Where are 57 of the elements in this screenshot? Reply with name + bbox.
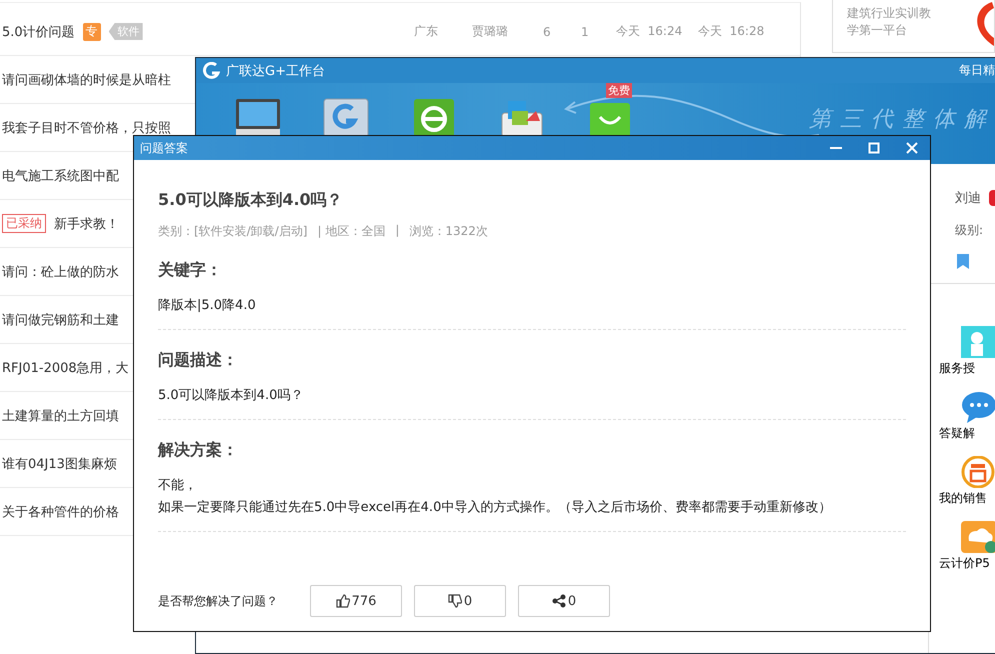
g-logo-icon	[202, 62, 220, 80]
section-heading: 问题描述：	[158, 350, 239, 371]
topic-link[interactable]: 请问画砌体墙的时候是从暗柱	[2, 70, 171, 88]
region-text: 广东	[414, 23, 439, 40]
created-time: 今天 16:24	[616, 23, 684, 40]
special-badge: 专	[82, 22, 101, 40]
topic-link[interactable]: 我套子目时不管价格，只按照	[2, 118, 171, 136]
dislike-button[interactable]: 0	[414, 585, 506, 617]
service-label[interactable]: 云计价P5	[939, 555, 990, 572]
section-text: 如果一定要降只能通过先在5.0中导excel再在4.0中导入的方式操作。（导入之后市场价、费率都需要手动重新修改）	[158, 499, 832, 517]
author-name: 贾璐璐	[472, 23, 509, 40]
close-icon[interactable]	[906, 142, 918, 154]
ad-text: 建筑行业实训教	[847, 5, 931, 22]
meta-text: 浏览：1322次	[409, 223, 488, 240]
level-label: 级别:	[955, 222, 984, 239]
service-label[interactable]: 答疑解	[939, 425, 975, 442]
section-heading: 解决方案：	[158, 440, 239, 461]
daily-link[interactable]: 每日精	[959, 62, 995, 79]
section-heading: 关键字：	[158, 260, 223, 281]
maximize-icon[interactable]	[868, 142, 880, 154]
updated-time: 今天 16:28	[698, 23, 766, 40]
window-title: 广联达G+工作台	[226, 62, 326, 80]
topic-link[interactable]: 新手求教！	[54, 214, 119, 232]
service-label[interactable]: 我的销售	[939, 490, 987, 507]
vote-count: 1	[581, 24, 590, 38]
topic-link[interactable]: 电气施工系统图中配	[2, 166, 119, 184]
user-name: 刘迪	[955, 190, 981, 207]
thumbs-up-icon	[336, 594, 350, 608]
service-label[interactable]: 服务授	[939, 360, 975, 377]
section-text: 降版本|5.0降4.0	[158, 297, 257, 315]
topic-link[interactable]: 请问：砼上做的防水	[2, 262, 119, 280]
dialog-title: 问题答案	[140, 140, 189, 156]
answer-count: 6	[543, 24, 552, 38]
free-badge: 免费	[606, 83, 632, 98]
topic-link[interactable]: 请问做完钢筋和土建	[2, 310, 119, 328]
thumbs-down-icon	[448, 594, 462, 608]
slogan-text: 第三代整体解	[809, 107, 995, 133]
share-button[interactable]: 0	[518, 585, 610, 617]
cloud-price-icon[interactable]	[961, 521, 995, 553]
share-icon	[552, 594, 566, 608]
accepted-badge: 已采纳	[2, 214, 46, 233]
section-text: 5.0可以降版本到4.0吗？	[158, 387, 304, 405]
chat-bubble-icon[interactable]	[961, 391, 995, 423]
meta-text: |	[395, 223, 400, 239]
topic-link[interactable]: 关于各种管件的价格	[2, 502, 119, 520]
topic-link[interactable]: 谁有04J13图集麻烦	[2, 454, 117, 472]
topic-link[interactable]: 土建算量的土方回填	[2, 406, 119, 424]
question-title: 5.0可以降版本到4.0吗？	[158, 190, 344, 211]
meta-text: 类别：[软件安装/卸载/启动]	[158, 223, 308, 240]
meta-text: | 地区：全国	[317, 223, 386, 240]
section-text: 不能，	[158, 477, 198, 495]
ad-text: 学第一平台	[847, 22, 908, 39]
topic-link[interactable]: 5.0计价问题	[2, 22, 75, 40]
notification-badge-icon	[989, 190, 995, 206]
feedback-prompt: 是否帮您解决了问题？	[158, 592, 278, 610]
topic-link[interactable]: RFJ01-2008急用，大	[2, 358, 129, 376]
like-button[interactable]: 776	[310, 585, 402, 617]
